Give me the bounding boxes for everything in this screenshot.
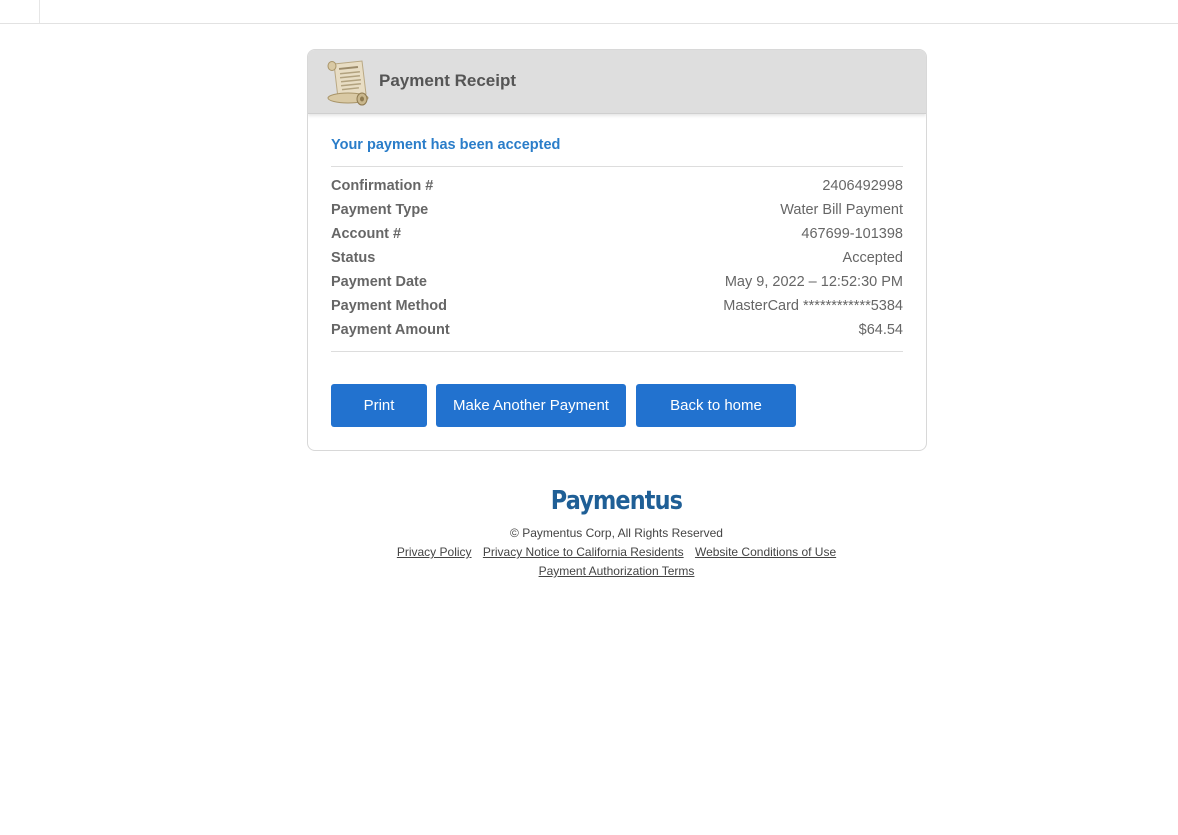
receipt-row-payment-date: Payment Date May 9, 2022 – 12:52:30 PM	[331, 274, 903, 294]
top-bar	[0, 0, 1178, 24]
top-bar-divider	[39, 0, 40, 23]
back-to-home-button[interactable]: Back to home	[636, 384, 796, 427]
receipt-label: Account #	[331, 226, 402, 242]
receipt-label: Payment Method	[331, 298, 448, 314]
receipt-value: May 9, 2022 – 12:52:30 PM	[724, 274, 903, 290]
receipt-label: Status	[331, 250, 376, 266]
privacy-notice-link[interactable]: Privacy Notice to California Residents	[483, 545, 684, 559]
receipt-value: 467699-101398	[801, 226, 903, 242]
receipt-row-payment-method: Payment Method MasterCard ************53…	[331, 298, 903, 318]
receipt-row-status: Status Accepted	[331, 250, 903, 270]
receipt-row-confirmation: Confirmation # 2406492998	[331, 178, 903, 198]
receipt-row-account: Account # 467699-101398	[331, 226, 903, 246]
payment-authorization-terms-link[interactable]: Payment Authorization Terms	[539, 564, 695, 578]
receipt-scroll-icon	[327, 60, 369, 106]
receipt-label: Payment Type	[331, 202, 429, 218]
paymentus-logo: Paymentus	[550, 486, 683, 516]
conditions-of-use-link[interactable]: Website Conditions of Use	[695, 545, 836, 559]
receipt-row-payment-amount: Payment Amount $64.54	[331, 322, 903, 342]
footer-links: Privacy Policy Privacy Notice to Califor…	[0, 545, 1178, 559]
footer-links-row-2: Payment Authorization Terms	[0, 564, 1178, 578]
make-another-payment-button[interactable]: Make Another Payment	[436, 384, 626, 427]
receipt-row-payment-type: Payment Type Water Bill Payment	[331, 202, 903, 222]
receipt-label: Confirmation #	[331, 178, 434, 194]
divider-bottom	[331, 351, 903, 352]
receipt-label: Payment Date	[331, 274, 427, 290]
card-header: Payment Receipt	[308, 50, 926, 114]
receipt-label: Payment Amount	[331, 322, 450, 338]
copyright-text: © Paymentus Corp, All Rights Reserved	[510, 526, 723, 540]
payment-receipt-card: Payment Receipt Your payment has been ac…	[307, 49, 927, 451]
receipt-value: Accepted	[842, 250, 903, 266]
payment-accepted-message: Your payment has been accepted	[331, 137, 561, 153]
divider-top	[331, 166, 903, 167]
receipt-value: 2406492998	[822, 178, 903, 194]
page-title: Payment Receipt	[379, 71, 516, 90]
privacy-policy-link[interactable]: Privacy Policy	[397, 545, 472, 559]
receipt-value: Water Bill Payment	[780, 202, 903, 218]
receipt-value: MasterCard ************5384	[723, 298, 903, 314]
receipt-value: $64.54	[858, 322, 903, 338]
print-button[interactable]: Print	[331, 384, 427, 427]
